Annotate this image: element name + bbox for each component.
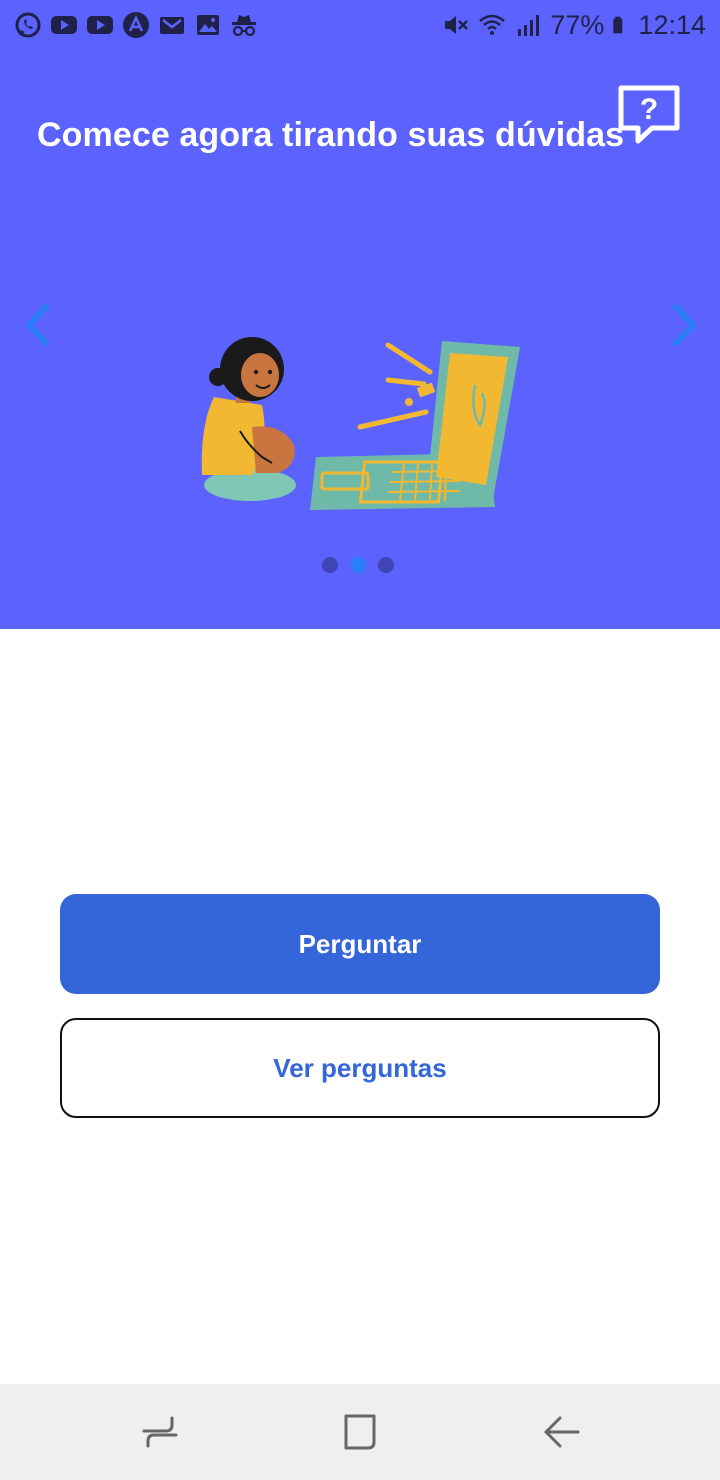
chevron-right-icon <box>673 304 696 346</box>
chevron-left-icon <box>26 304 49 346</box>
back-icon <box>544 1416 580 1448</box>
carousel-dot-2[interactable] <box>350 557 366 573</box>
gallery-icon <box>197 15 219 35</box>
girl-with-laptop-illustration <box>201 337 520 510</box>
carousel-next-button[interactable] <box>664 300 704 350</box>
recent-apps-button[interactable] <box>138 1410 182 1454</box>
back-button[interactable] <box>540 1410 584 1454</box>
signal-icon <box>518 15 540 36</box>
view-questions-button[interactable]: Ver perguntas <box>60 1018 660 1118</box>
home-button[interactable] <box>338 1410 382 1454</box>
incognito-icon <box>232 15 256 37</box>
system-status: 77% 12:14 <box>442 9 706 41</box>
svg-text:?: ? <box>640 93 658 126</box>
status-bar: 77% 12:14 <box>0 0 720 50</box>
home-icon <box>344 1414 376 1450</box>
hero-carousel: Comece agora tirando suas dúvidas ? <box>0 50 720 629</box>
page-title: Comece agora tirando suas dúvidas <box>37 116 625 154</box>
youtube-icon <box>87 16 113 34</box>
notification-icons <box>14 9 258 41</box>
ask-question-button[interactable]: Perguntar <box>60 894 660 994</box>
carousel-pagination <box>322 557 394 573</box>
battery-icon <box>613 16 623 34</box>
youtube-icon <box>51 16 77 34</box>
system-navigation-bar <box>0 1384 720 1480</box>
mute-icon <box>445 16 469 34</box>
wifi-icon <box>479 14 506 35</box>
whatsapp-icon <box>15 12 41 38</box>
carousel-prev-button[interactable] <box>18 300 58 350</box>
gmail-icon <box>160 17 184 34</box>
help-button[interactable]: ? <box>614 82 684 152</box>
carousel-dot-1[interactable] <box>322 557 338 573</box>
carousel-dot-3[interactable] <box>378 557 394 573</box>
recent-apps-icon <box>142 1416 178 1448</box>
battery-percent: 77% <box>550 10 605 40</box>
clock: 12:14 <box>638 10 706 40</box>
question-bubble-icon: ? <box>618 85 680 144</box>
arc-app-icon <box>123 12 149 38</box>
